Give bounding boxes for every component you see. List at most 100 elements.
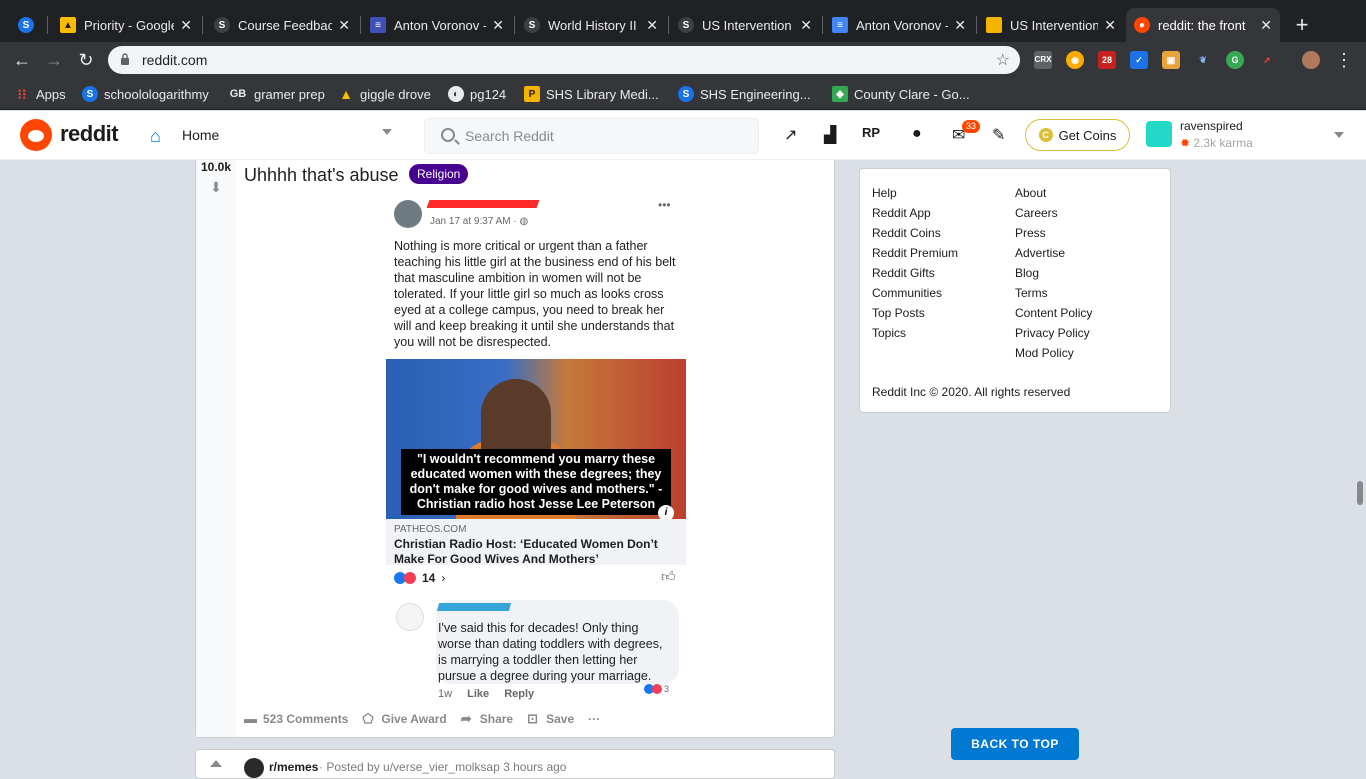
footer-link-help[interactable]: Help <box>872 183 958 203</box>
leaderboard-icon[interactable]: ▟ <box>824 125 836 145</box>
reload-icon[interactable]: ↻ <box>74 48 98 72</box>
schoology-icon: S <box>214 17 230 33</box>
fb-post-text: Nothing is more critical or urgent than … <box>394 239 676 349</box>
forward-arrow-icon[interactable]: → <box>42 48 66 72</box>
close-tab-icon[interactable]: ✕ <box>800 17 812 34</box>
page-scrollbar-thumb[interactable] <box>1357 481 1363 505</box>
bookmark-icon: ⊡ <box>527 711 539 726</box>
tab-course-feedback[interactable]: S Course Feedback ✕ <box>206 8 358 42</box>
bookmark-shs-library[interactable]: P SHS Library Medi... <box>524 86 659 102</box>
search-box[interactable] <box>424 118 759 154</box>
schoology-icon: S <box>18 17 34 33</box>
rpan-icon[interactable]: RP <box>862 125 880 140</box>
close-tab-icon[interactable]: ✕ <box>180 17 192 34</box>
close-tab-icon[interactable]: ✕ <box>492 17 504 34</box>
close-tab-icon[interactable]: ✕ <box>954 17 966 34</box>
comments-button[interactable]: ▬ 523 Comments <box>244 712 348 726</box>
bookmark-county-clare[interactable]: ◆ County Clare - Go... <box>832 86 970 102</box>
color-extension-icon[interactable]: G <box>1226 51 1244 69</box>
subreddit-icon[interactable] <box>244 758 264 778</box>
upvote-icon[interactable] <box>210 760 222 767</box>
rocket-extension-icon[interactable]: ➚ <box>1258 51 1276 69</box>
footer-link-topics[interactable]: Topics <box>872 323 958 343</box>
post-image[interactable]: Jan 17 at 9:37 AM · ◍ ••• Nothing is mor… <box>386 196 686 706</box>
mail-badge: 33 <box>962 120 981 133</box>
tab-schoology[interactable]: S <box>10 8 44 42</box>
give-award-button[interactable]: ⬠ Give Award <box>362 712 446 726</box>
close-tab-icon[interactable]: ✕ <box>338 17 350 34</box>
footer-link-reddit-gifts[interactable]: Reddit Gifts <box>872 263 958 283</box>
footer-link-careers[interactable]: Careers <box>1015 203 1092 223</box>
address-bar[interactable]: reddit.com ☆ <box>108 46 1020 74</box>
tab-anton-voronov-2[interactable]: ≡ Anton Voronov - ✕ <box>824 8 974 42</box>
crx-extension-icon[interactable]: CRX <box>1034 51 1052 69</box>
profile-avatar[interactable] <box>1302 51 1320 69</box>
subreddit-link[interactable]: r/memes <box>269 760 318 774</box>
create-post-icon[interactable]: ✎ <box>992 125 1005 145</box>
new-tab-button[interactable]: + <box>1290 12 1314 38</box>
tab-priority[interactable]: ▲ Priority - Google ✕ <box>52 8 200 42</box>
close-tab-icon[interactable]: ✕ <box>1260 17 1272 34</box>
post-title[interactable]: Uhhhh that's abuse <box>244 165 399 186</box>
footer-link-about[interactable]: About <box>1015 183 1092 203</box>
owl-extension-icon[interactable]: ◉ <box>1066 51 1084 69</box>
save-button[interactable]: ⊡ Save <box>527 712 574 726</box>
bookmark-giggle-drove[interactable]: ▲ giggle drove <box>338 86 431 102</box>
reddit-icon: ● <box>1134 17 1150 33</box>
more-options-icon: ••• <box>658 198 671 212</box>
footer-link-reddit-coins[interactable]: Reddit Coins <box>872 223 958 243</box>
bookmark-gramer-prep[interactable]: GB gramer prep <box>228 86 325 102</box>
tab-us-intervention-2[interactable]: US Intervention ✕ <box>978 8 1124 42</box>
tab-world-history[interactable]: S World History II ✕ <box>516 8 666 42</box>
footer-link-top-posts[interactable]: Top Posts <box>872 303 958 323</box>
bookmark-shs-engineering[interactable]: S SHS Engineering... <box>678 86 811 102</box>
tab-reddit[interactable]: ● reddit: the front ✕ <box>1126 8 1280 42</box>
reaction-summary: 14 › <box>394 571 445 585</box>
footer-link-content-policy[interactable]: Content Policy <box>1015 303 1092 323</box>
leaf-extension-icon[interactable]: ❦ <box>1194 51 1212 69</box>
bookmark-apps[interactable]: ⁝⁝ Apps <box>14 86 66 102</box>
reddit-logo-icon[interactable] <box>20 119 52 151</box>
back-to-top-button[interactable]: BACK TO TOP <box>951 728 1079 760</box>
user-menu[interactable]: ravenspired ✹ 2.3k karma <box>1146 117 1356 153</box>
bird-extension-icon[interactable]: ✓ <box>1130 51 1148 69</box>
get-coins-button[interactable]: C Get Coins <box>1025 119 1130 151</box>
commenter-avatar <box>396 603 424 631</box>
home-dropdown[interactable]: ⌂ Home <box>146 119 396 151</box>
chat-icon[interactable]: ● <box>912 125 922 143</box>
post-card[interactable]: 10.0k ⬇ Uhhhh that's abuse Religion Jan … <box>195 160 835 738</box>
footer-link-privacy-policy[interactable]: Privacy Policy <box>1015 323 1092 343</box>
bookmark-schoolologarithmy[interactable]: S schoolologarithmy <box>82 86 209 102</box>
footer-link-advertise[interactable]: Advertise <box>1015 243 1092 263</box>
footer-links-left: Help Reddit App Reddit Coins Reddit Prem… <box>872 183 958 343</box>
bookmark-star-icon[interactable]: ☆ <box>996 50 1010 70</box>
trending-icon[interactable]: ↗ <box>784 125 797 145</box>
ard-extension-icon[interactable]: 28 <box>1098 51 1116 69</box>
chrome-menu-icon[interactable]: ⋮ <box>1332 48 1356 72</box>
tab-anton-voronov[interactable]: ≡ Anton Voronov - ✕ <box>362 8 512 42</box>
downvote-icon[interactable]: ⬇ <box>209 180 223 194</box>
bookmark-pg124[interactable]: ◐ pg124 <box>448 86 506 102</box>
share-button[interactable]: ➦ Share <box>461 712 513 726</box>
back-arrow-icon[interactable]: ← <box>10 48 34 72</box>
next-post-card[interactable]: r/memes · Posted by u/verse_vier_molksap… <box>195 749 835 779</box>
footer-link-blog[interactable]: Blog <box>1015 263 1092 283</box>
love-reaction-icon <box>404 572 416 584</box>
post-flair[interactable]: Religion <box>409 164 469 184</box>
slides-icon <box>986 17 1002 33</box>
search-input[interactable] <box>465 119 745 153</box>
close-tab-icon[interactable]: ✕ <box>646 17 658 34</box>
reddit-wordmark[interactable]: reddit <box>60 121 119 147</box>
apps-grid-icon: ⁝⁝ <box>17 85 27 102</box>
tab-us-intervention[interactable]: S US Intervention ✕ <box>670 8 820 42</box>
more-options-button[interactable]: ··· <box>588 712 600 726</box>
footer-link-mod-policy[interactable]: Mod Policy <box>1015 343 1092 363</box>
footer-link-reddit-app[interactable]: Reddit App <box>872 203 958 223</box>
footer-link-terms[interactable]: Terms <box>1015 283 1092 303</box>
footer-link-communities[interactable]: Communities <box>872 283 958 303</box>
footer-link-reddit-premium[interactable]: Reddit Premium <box>872 243 958 263</box>
close-tab-icon[interactable]: ✕ <box>1104 17 1116 34</box>
footer-links-right: About Careers Press Advertise Blog Terms… <box>1015 183 1092 363</box>
box-extension-icon[interactable]: ▣ <box>1162 51 1180 69</box>
footer-link-press[interactable]: Press <box>1015 223 1092 243</box>
